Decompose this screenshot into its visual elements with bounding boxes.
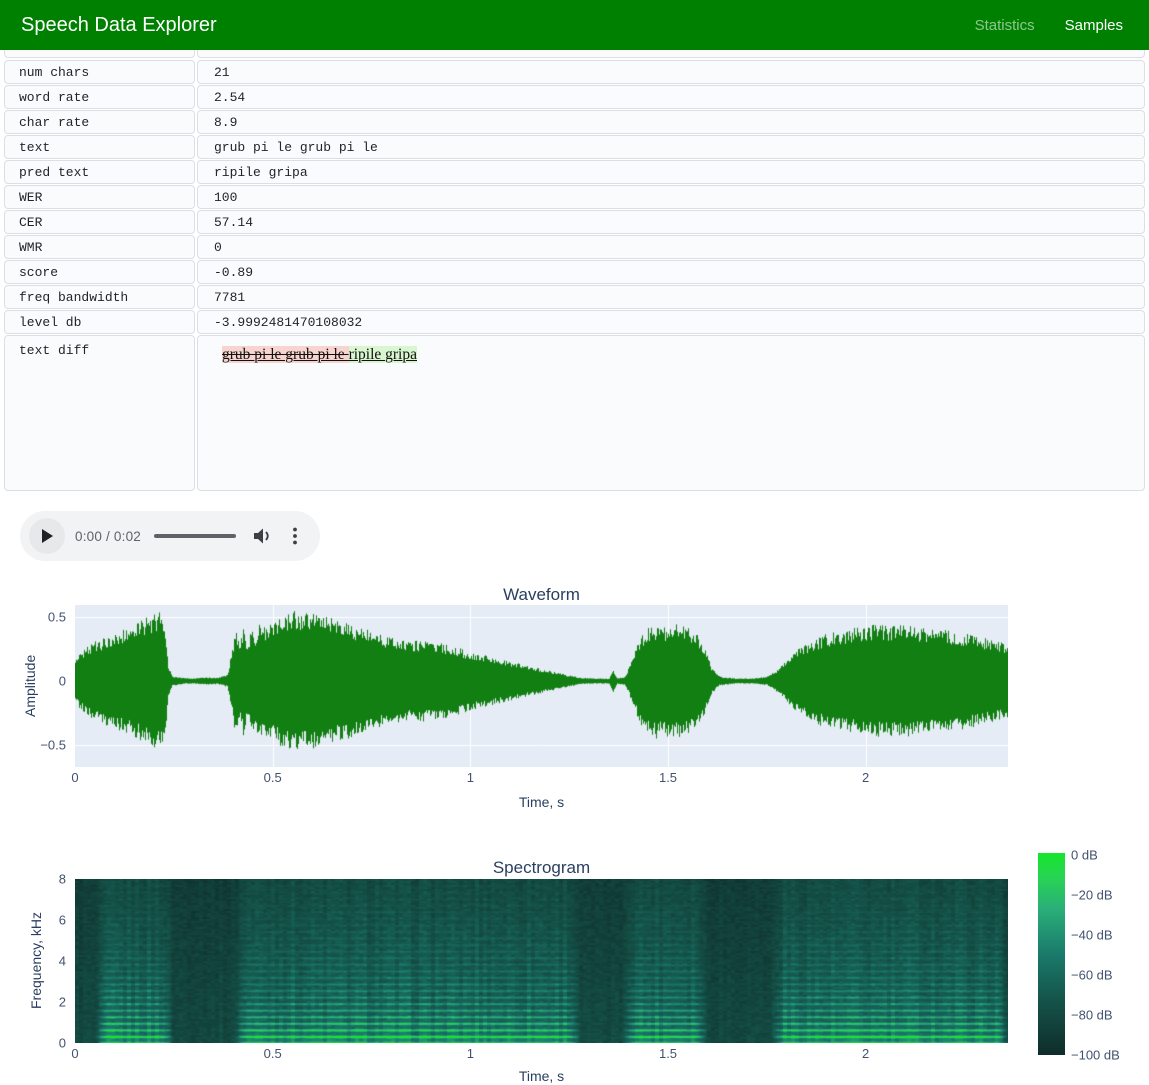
table-row: level db-3.9992481470108032 bbox=[4, 310, 1145, 334]
row-value: 21 bbox=[197, 60, 1145, 84]
colorbar-labels: 0 dB−20 dB−40 dB−60 dB−80 dB−100 dB bbox=[1071, 853, 1149, 1055]
colorbar bbox=[1038, 853, 1065, 1055]
row-value-clipped bbox=[197, 50, 1145, 58]
colorbar-tick-label: −80 dB bbox=[1071, 1008, 1113, 1023]
table-row: WMR0 bbox=[4, 235, 1145, 259]
waveform-xlabel: Time, s bbox=[75, 794, 1008, 810]
spectrogram-yticks: 86420 bbox=[0, 879, 70, 1043]
audio-seek-bar[interactable] bbox=[154, 534, 236, 538]
page: Speech Data Explorer Statistics Samples … bbox=[0, 0, 1149, 1085]
kebab-menu-icon bbox=[292, 527, 298, 545]
audio-player[interactable]: 0:00 / 0:02 bbox=[20, 511, 320, 561]
row-value: grub pi le grub pi le bbox=[197, 135, 1145, 159]
row-label: num chars bbox=[4, 60, 195, 84]
spectrogram-xlabel: Time, s bbox=[75, 1068, 1008, 1084]
play-button[interactable] bbox=[29, 518, 65, 554]
row-label: score bbox=[4, 260, 195, 284]
y-tick-label: 2 bbox=[59, 995, 66, 1010]
table-row: pred textripile gripa bbox=[4, 160, 1145, 184]
x-tick-label: 1 bbox=[467, 1046, 474, 1061]
spectrogram-title: Spectrogram bbox=[75, 858, 1008, 878]
x-tick-label: 0 bbox=[71, 770, 78, 785]
waveform-yticks: 0.5 0 −0.5 bbox=[0, 605, 70, 767]
y-tick-label: 0 bbox=[59, 1036, 66, 1051]
row-value: 100 bbox=[197, 185, 1145, 209]
row-value: 2.54 bbox=[197, 85, 1145, 109]
row-label: char rate bbox=[4, 110, 195, 134]
play-icon bbox=[41, 529, 54, 543]
diff-deleted-text: grub pi le grub pi le bbox=[222, 346, 349, 363]
waveform-canvas[interactable] bbox=[75, 605, 1008, 767]
audio-menu-button[interactable] bbox=[287, 527, 303, 545]
row-value: -0.89 bbox=[197, 260, 1145, 284]
waveform-xticks: 00.511.52 bbox=[75, 770, 1008, 786]
row-label: WMR bbox=[4, 235, 195, 259]
table-row: freq bandwidth7781 bbox=[4, 285, 1145, 309]
audio-time: 0:00 / 0:02 bbox=[75, 529, 141, 544]
row-label: text bbox=[4, 135, 195, 159]
row-value: 0 bbox=[197, 235, 1145, 259]
table-row-clipped bbox=[4, 50, 1145, 58]
x-tick-label: 0.5 bbox=[264, 770, 282, 785]
diff-inserted-text: ripile gripa bbox=[349, 346, 417, 363]
row-label-clipped bbox=[4, 50, 195, 58]
table-row: CER57.14 bbox=[4, 210, 1145, 234]
table-row: num chars21 bbox=[4, 60, 1145, 84]
x-tick-label: 2 bbox=[862, 1046, 869, 1061]
table-row: char rate8.9 bbox=[4, 110, 1145, 134]
row-label: freq bandwidth bbox=[4, 285, 195, 309]
waveform-title: Waveform bbox=[75, 585, 1008, 605]
colorbar-tick-label: −20 dB bbox=[1071, 888, 1113, 903]
row-value: 8.9 bbox=[197, 110, 1145, 134]
y-tick-label: 8 bbox=[59, 872, 66, 887]
volume-icon bbox=[254, 528, 272, 544]
table-row: textgrub pi le grub pi le bbox=[4, 135, 1145, 159]
colorbar-tick-label: −40 dB bbox=[1071, 928, 1113, 943]
row-value: -3.9992481470108032 bbox=[197, 310, 1145, 334]
colorbar-tick-label: −100 dB bbox=[1071, 1048, 1120, 1063]
table-row: text diffgrub pi le grub pi le ripile gr… bbox=[4, 335, 1145, 491]
sample-detail-table: num chars21word rate2.54char rate8.9text… bbox=[4, 50, 1145, 492]
x-tick-label: 0 bbox=[71, 1046, 78, 1061]
row-value: ripile gripa bbox=[197, 160, 1145, 184]
row-value: grub pi le grub pi le ripile gripa bbox=[197, 335, 1145, 491]
y-tick-label: −0.5 bbox=[40, 737, 66, 752]
app-title: Speech Data Explorer bbox=[21, 14, 217, 37]
nav-samples[interactable]: Samples bbox=[1065, 17, 1123, 34]
x-tick-label: 1.5 bbox=[659, 770, 677, 785]
navbar: Speech Data Explorer Statistics Samples bbox=[0, 0, 1149, 50]
y-tick-label: 4 bbox=[59, 954, 66, 969]
row-label: CER bbox=[4, 210, 195, 234]
y-tick-label: 0.5 bbox=[48, 610, 66, 625]
y-tick-label: 6 bbox=[59, 913, 66, 928]
y-tick-label: 0 bbox=[59, 674, 66, 689]
colorbar-tick-label: −60 dB bbox=[1071, 968, 1113, 983]
spectrogram-xticks: 00.511.52 bbox=[75, 1046, 1008, 1062]
navbar-links: Statistics Samples bbox=[975, 17, 1123, 34]
x-tick-label: 1.5 bbox=[659, 1046, 677, 1061]
volume-button[interactable] bbox=[252, 528, 274, 544]
table-row: word rate2.54 bbox=[4, 85, 1145, 109]
nav-statistics[interactable]: Statistics bbox=[975, 17, 1035, 34]
table-row: WER100 bbox=[4, 185, 1145, 209]
row-label: WER bbox=[4, 185, 195, 209]
x-tick-label: 0.5 bbox=[264, 1046, 282, 1061]
colorbar-tick-label: 0 dB bbox=[1071, 848, 1098, 863]
table-row: score-0.89 bbox=[4, 260, 1145, 284]
row-label: pred text bbox=[4, 160, 195, 184]
row-label: word rate bbox=[4, 85, 195, 109]
x-tick-label: 2 bbox=[862, 770, 869, 785]
spectrogram-canvas[interactable] bbox=[75, 879, 1008, 1043]
row-value: 7781 bbox=[197, 285, 1145, 309]
x-tick-label: 1 bbox=[467, 770, 474, 785]
row-label: level db bbox=[4, 310, 195, 334]
row-value: 57.14 bbox=[197, 210, 1145, 234]
row-label: text diff bbox=[4, 335, 195, 491]
